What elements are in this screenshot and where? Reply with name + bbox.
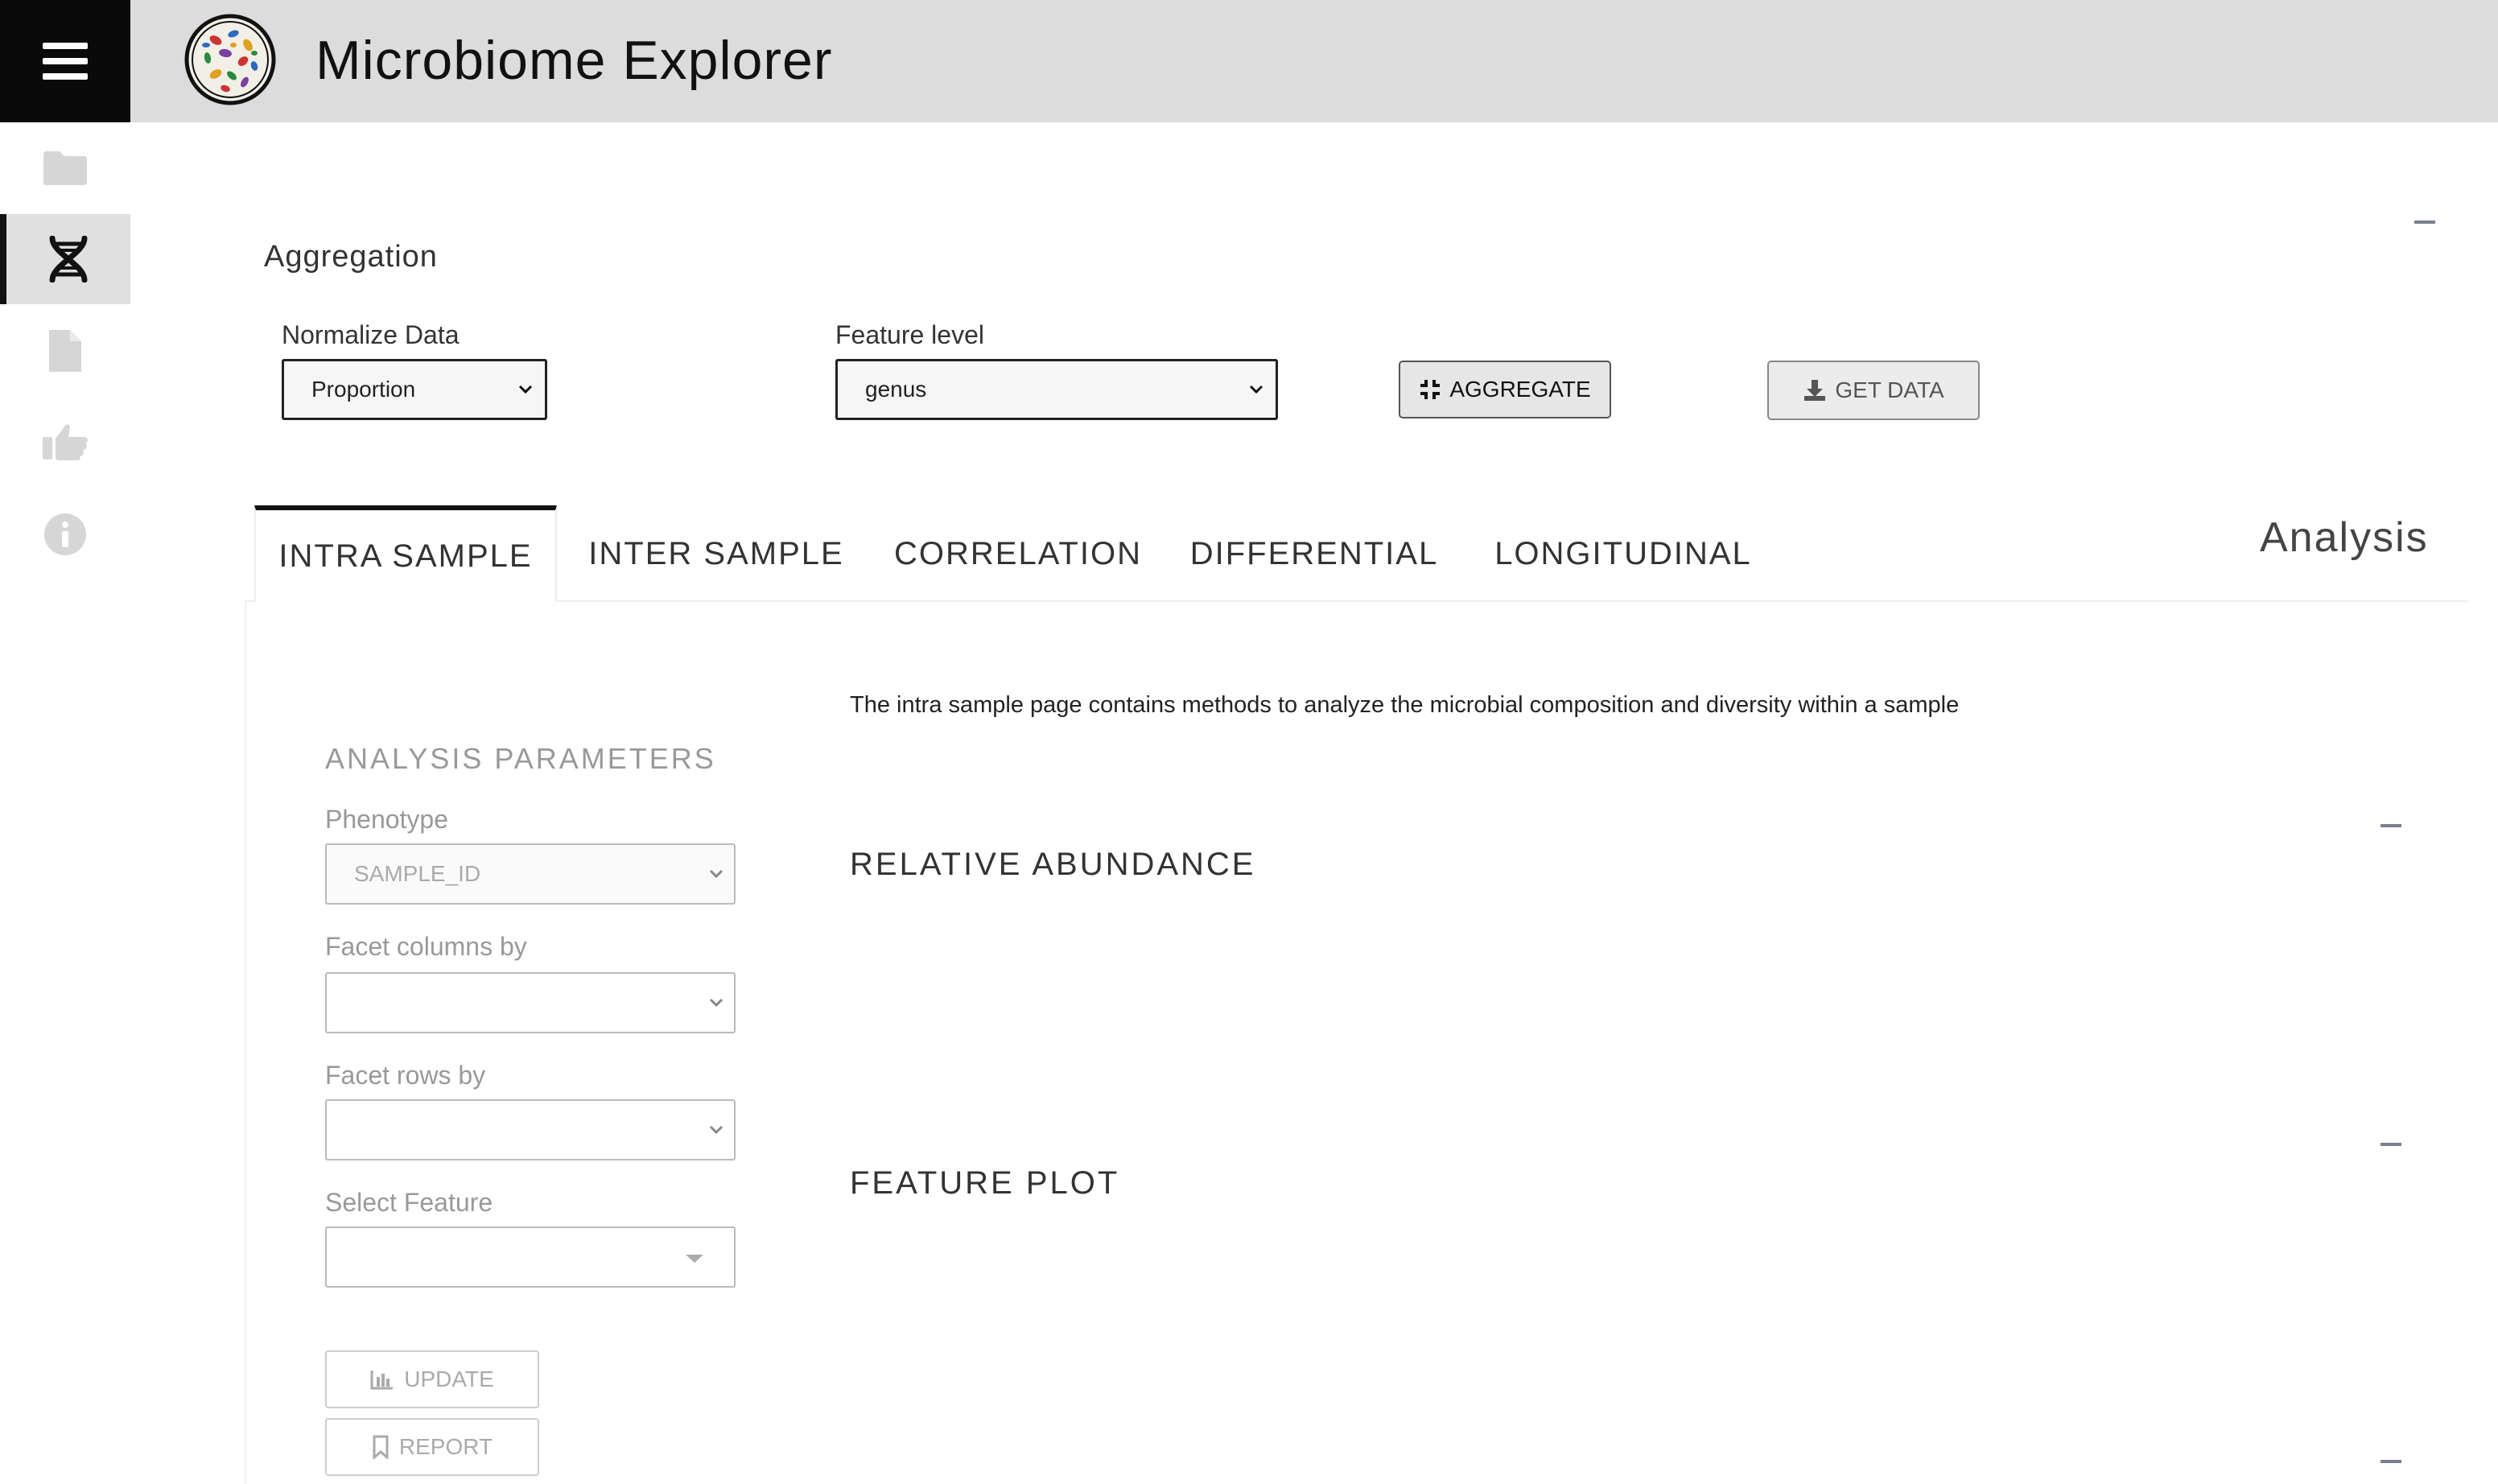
tab-inter-sample[interactable]: INTER SAMPLE: [579, 505, 853, 602]
folder-icon: [43, 151, 87, 185]
tab-intra-sample[interactable]: INTRA SAMPLE: [254, 505, 557, 602]
download-icon: [1804, 380, 1826, 401]
hamburger-icon: [43, 43, 88, 80]
feature-plot-collapse-button[interactable]: [2381, 1143, 2401, 1146]
sidebar-item-report[interactable]: [0, 306, 130, 396]
app-logo: [184, 14, 276, 105]
normalize-data-label: Normalize Data: [282, 320, 460, 349]
intra-sample-description: The intra sample page contains methods t…: [850, 692, 1960, 718]
left-sidebar: [0, 122, 130, 1484]
caret-down-icon: [686, 1255, 703, 1263]
aggregation-collapse-button[interactable]: [2414, 221, 2435, 224]
compress-icon: [1420, 380, 1441, 399]
relative-abundance-collapse-button[interactable]: [2381, 824, 2401, 827]
phenotype-select[interactable]: SAMPLE_ID: [325, 843, 736, 905]
aggregate-button-label: AGGREGATE: [1449, 377, 1591, 402]
update-button-label: UPDATE: [404, 1367, 494, 1391]
dna-icon: [49, 236, 88, 282]
update-button[interactable]: UPDATE: [325, 1350, 539, 1408]
sidebar-item-feedback[interactable]: [0, 398, 130, 488]
feature-level-value: genus: [865, 377, 927, 402]
phenotype-label: Phenotype: [325, 805, 449, 834]
aggregation-title: Aggregation: [264, 240, 438, 274]
facet-rows-label: Facet rows by: [325, 1061, 486, 1090]
normalize-data-value: Proportion: [311, 377, 416, 402]
facet-columns-label: Facet columns by: [325, 932, 527, 961]
thumbs-up-icon: [43, 424, 88, 460]
get-data-button-label: GET DATA: [1835, 377, 1944, 402]
get-data-button[interactable]: GET DATA: [1767, 361, 1980, 420]
feature-level-select[interactable]: genus: [835, 359, 1278, 420]
analysis-parameters-title: ANALYSIS PARAMETERS: [325, 742, 716, 775]
chevron-down-icon: [518, 385, 533, 394]
menu-toggle-button[interactable]: [0, 0, 130, 122]
chevron-down-icon: [709, 998, 723, 1008]
sidebar-item-about[interactable]: [0, 489, 130, 579]
app-title: Microbiome Explorer: [315, 30, 833, 91]
tab-correlation[interactable]: CORRELATION: [885, 505, 1151, 602]
sidebar-item-data[interactable]: [0, 122, 130, 212]
phenotype-value: SAMPLE_ID: [354, 861, 481, 886]
normalize-data-select[interactable]: Proportion: [282, 359, 547, 420]
relative-abundance-title: RELATIVE ABUNDANCE: [850, 847, 1256, 882]
sidebar-item-analysis[interactable]: [0, 214, 130, 304]
chevron-down-icon: [1249, 385, 1263, 394]
select-feature-label: Select Feature: [325, 1188, 493, 1217]
analysis-tabs: INTRA SAMPLE INTER SAMPLE CORRELATION DI…: [245, 505, 2467, 602]
aggregate-button[interactable]: AGGREGATE: [1399, 361, 1611, 418]
top-header: Microbiome Explorer: [0, 0, 2498, 122]
document-icon: [49, 330, 81, 372]
report-button-label: REPORT: [398, 1434, 493, 1459]
chevron-down-icon: [709, 869, 723, 879]
feature-plot-title: FEATURE PLOT: [850, 1165, 1120, 1201]
info-icon: [44, 513, 86, 555]
facet-columns-select[interactable]: [325, 972, 736, 1033]
feature-level-label: Feature level: [835, 320, 984, 349]
intra-sample-panel: [245, 602, 2467, 1484]
tab-differential[interactable]: DIFFERENTIAL: [1183, 505, 1445, 602]
bar-chart-icon: [370, 1371, 394, 1390]
select-feature-dropdown[interactable]: [325, 1226, 736, 1288]
next-section-collapse-button[interactable]: [2381, 1460, 2401, 1463]
report-button[interactable]: REPORT: [325, 1418, 539, 1476]
facet-rows-select[interactable]: [325, 1099, 736, 1160]
tab-longitudinal[interactable]: LONGITUDINAL: [1476, 505, 1770, 602]
bookmark-icon: [373, 1435, 389, 1459]
analysis-title: Analysis: [2260, 514, 2429, 561]
chevron-down-icon: [709, 1125, 723, 1135]
